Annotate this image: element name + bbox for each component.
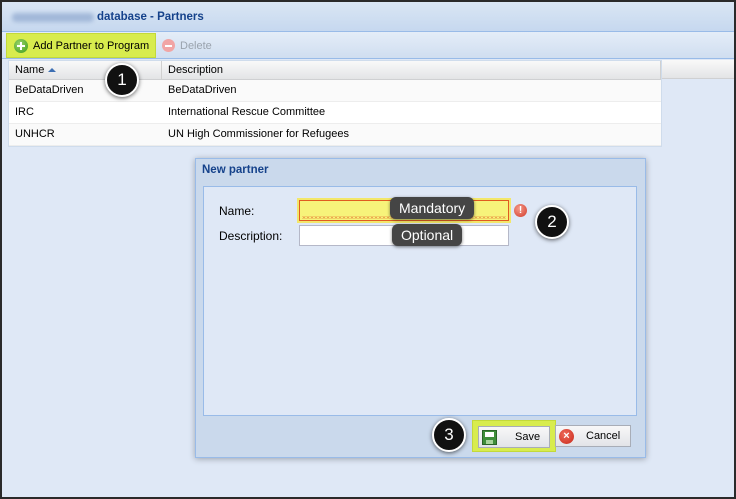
step-callout-1: 1 (105, 63, 139, 97)
toolbar: Add Partner to Program Delete (2, 32, 734, 59)
dialog-form: Name: ! Description: (203, 186, 637, 416)
add-circle-icon (14, 38, 28, 53)
floppy-disk-icon (482, 429, 497, 445)
dialog-title: New partner (202, 164, 269, 176)
app-window: database - Partners Add Partner to Progr… (0, 0, 736, 499)
cell-description: International Rescue Committee (168, 106, 326, 118)
description-label: Description: (219, 229, 283, 243)
optional-tooltip: Optional (392, 224, 463, 246)
step-callout-2: 2 (535, 205, 569, 239)
cell-description: BeDataDriven (168, 84, 237, 96)
save-button[interactable]: Save (478, 426, 550, 448)
redacted-database-name (12, 13, 94, 22)
remove-circle-icon (162, 39, 175, 52)
delete-label: Delete (180, 39, 212, 52)
name-label: Name: (219, 204, 255, 218)
save-label: Save (515, 431, 541, 443)
column-header-name[interactable]: Name (9, 61, 162, 79)
cancel-label: Cancel (586, 430, 621, 442)
add-partner-label: Add Partner to Program (33, 39, 150, 52)
page-title: database - Partners (97, 11, 204, 23)
step-callout-3: 3 (432, 418, 466, 452)
cell-description: UN High Commissioner for Refugees (168, 128, 349, 140)
cell-name: IRC (15, 106, 34, 118)
column-header-description-label: Description (168, 64, 224, 76)
delete-button[interactable]: Delete (162, 33, 212, 58)
table-row[interactable]: IRC International Rescue Committee (9, 102, 661, 124)
add-partner-button[interactable]: Add Partner to Program (6, 33, 156, 58)
table-row[interactable]: UNHCR UN High Commissioner for Refugees (9, 124, 661, 146)
cancel-x-icon: × (559, 428, 574, 444)
save-button-highlight: Save (472, 420, 556, 452)
panel-title-bar: database - Partners (2, 2, 734, 32)
mandatory-tooltip: Mandatory (390, 197, 475, 219)
cell-name: BeDataDriven (15, 84, 84, 96)
cell-name: UNHCR (15, 128, 55, 140)
grid-header-filler (662, 60, 734, 79)
column-header-description[interactable]: Description (162, 61, 661, 79)
cancel-button[interactable]: × Cancel (555, 425, 631, 447)
sort-ascending-icon (48, 68, 57, 72)
exclamation-icon: ! (514, 204, 527, 217)
column-header-name-label: Name (15, 64, 45, 76)
